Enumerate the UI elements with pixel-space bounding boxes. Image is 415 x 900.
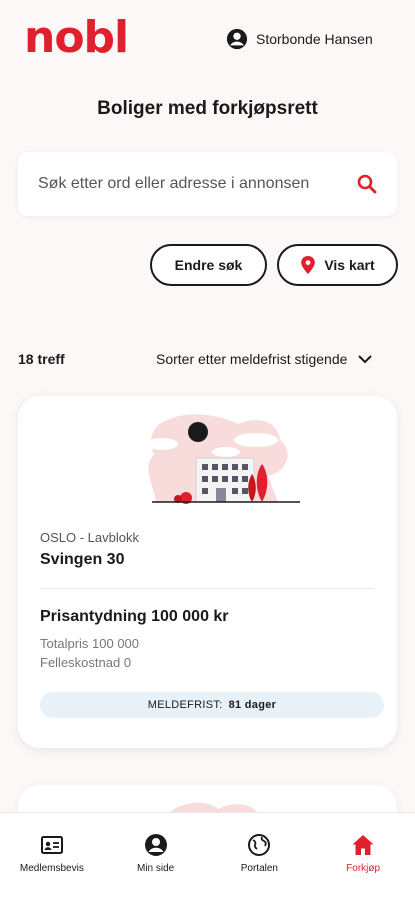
listing-total-price: Totalpris 100 000	[40, 636, 140, 651]
nobl-logo[interactable]: nobl	[24, 10, 129, 66]
nav-item-min-side[interactable]: Min side	[104, 813, 208, 900]
page-title: Boliger med forkjøpsrett	[97, 98, 318, 119]
sort-dropdown[interactable]: Sorter etter meldefrist stigende	[156, 351, 373, 367]
nav-item-portalen[interactable]: Portalen	[208, 813, 312, 900]
nav-item-medlemsbevis[interactable]: Medlemsbevis	[0, 813, 104, 900]
sort-label: Sorter etter meldefrist stigende	[156, 351, 348, 367]
nav-label: Min side	[137, 863, 175, 874]
nav-label: Medlemsbevis	[19, 863, 84, 874]
nav-label: Portalen	[240, 863, 278, 874]
apartment-building-illustration	[146, 414, 300, 504]
nav-item-forkjop[interactable]: Forkjøp	[311, 813, 415, 900]
map-pin-icon	[301, 256, 316, 274]
deadline-value: 81 dager	[228, 699, 277, 711]
deadline-badge: MELDEFRIST: 81 dager	[40, 692, 384, 718]
nav-label: Forkjøp	[346, 863, 381, 874]
deadline-label: MELDEFRIST:	[147, 699, 223, 711]
show-map-label: Vis kart	[324, 257, 375, 273]
listing-shared-cost: Felleskostnad 0	[40, 655, 132, 670]
edit-search-label: Endre søk	[174, 257, 243, 273]
user-menu[interactable]: Storbonde Hansen	[226, 28, 373, 50]
listing-address: Svingen 30	[40, 551, 125, 568]
user-name: Storbonde Hansen	[256, 31, 373, 47]
show-map-button[interactable]: Vis kart	[277, 244, 398, 286]
id-card-icon	[40, 836, 63, 854]
edit-search-button[interactable]: Endre søk	[150, 244, 267, 286]
user-avatar-icon	[226, 28, 248, 50]
card-divider	[40, 588, 374, 589]
listing-location: OSLO - Lavblokk	[40, 530, 139, 545]
app-header: nobl Storbonde Hansen	[0, 0, 415, 80]
globe-icon	[248, 834, 271, 856]
search-box[interactable]	[18, 152, 397, 216]
search-input[interactable]	[38, 175, 357, 193]
result-count: 18 treff	[18, 351, 65, 367]
listing-card[interactable]: OSLO - Lavblokk Svingen 30 Prisantydning…	[18, 396, 397, 748]
home-icon	[352, 835, 374, 855]
user-circle-icon	[144, 834, 167, 856]
bottom-navigation: Medlemsbevis Min side Portalen Forkjøp	[0, 812, 415, 900]
chevron-down-icon	[358, 355, 373, 364]
search-icon[interactable]	[357, 174, 377, 194]
listing-price: Prisantydning 100 000 kr	[40, 608, 229, 625]
